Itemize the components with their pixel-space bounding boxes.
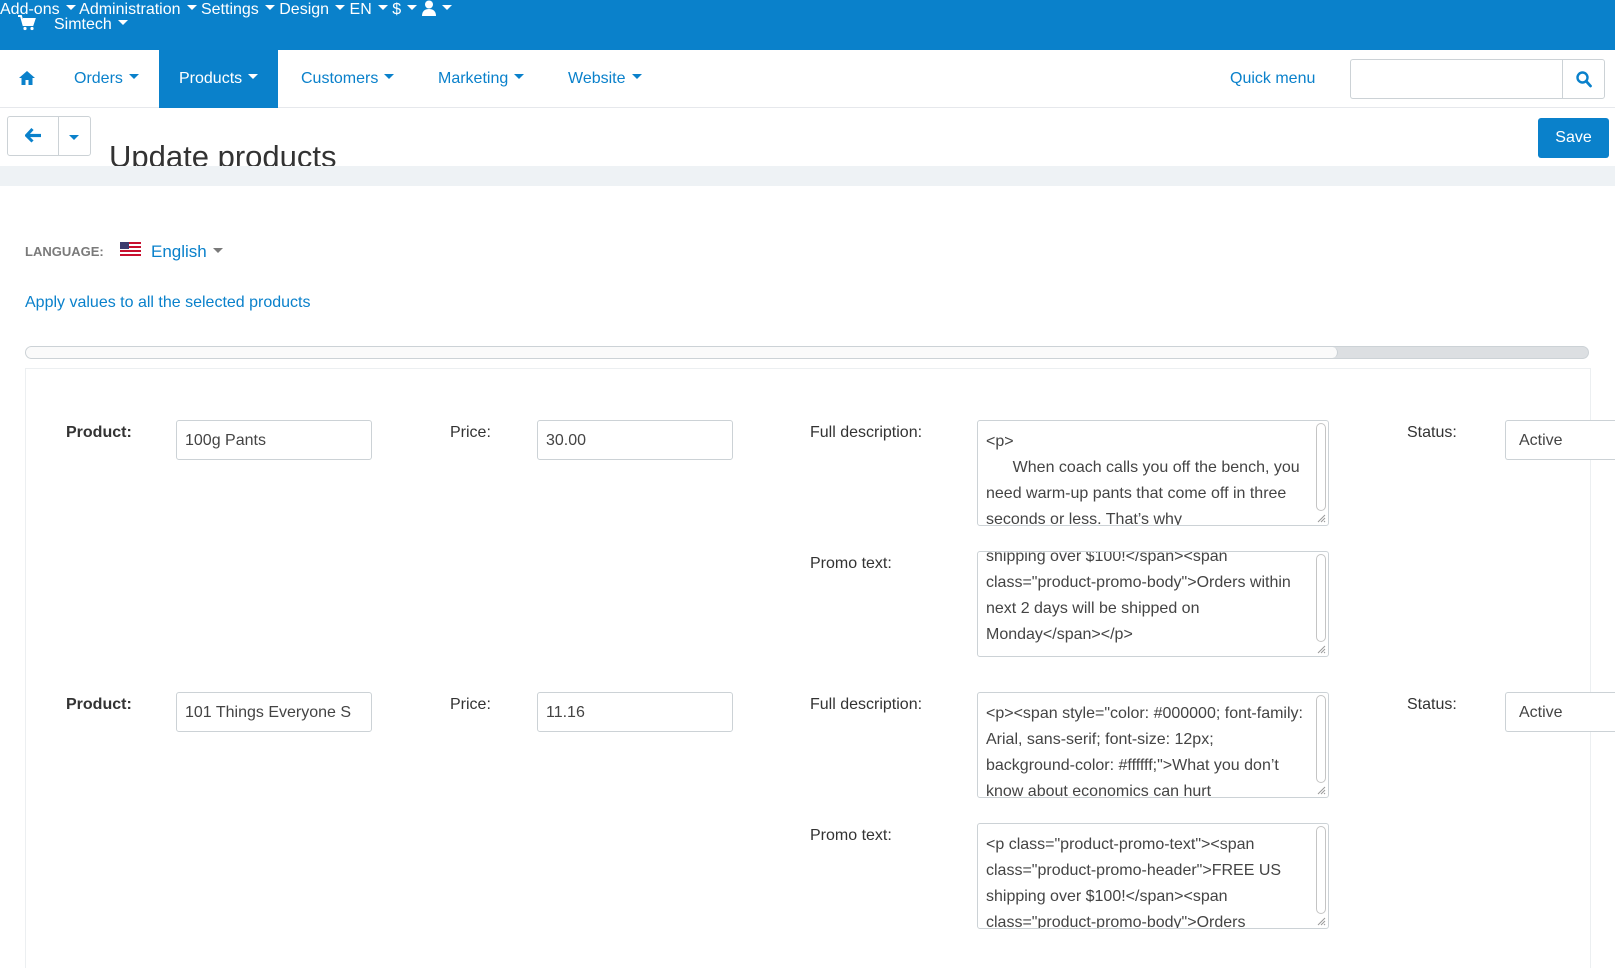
product-name-input[interactable]: 100g Pants	[176, 420, 372, 460]
menu-design-label: Design	[279, 1, 330, 18]
full-description-textarea[interactable]: <p> When coach calls you off the bench, …	[977, 420, 1329, 526]
save-button[interactable]: Save	[1538, 118, 1609, 158]
chevron-down-icon	[186, 5, 197, 11]
nav-orders-label: Orders	[74, 70, 123, 87]
textarea-scrollbar[interactable]	[1316, 695, 1326, 783]
status-label: Status:	[1407, 696, 1457, 713]
title-bar: Update products Save	[0, 108, 1615, 174]
store-name: Simtech	[54, 16, 112, 33]
product-name-input[interactable]: 101 Things Everyone S	[176, 692, 372, 732]
horizontal-scrollbar[interactable]	[25, 346, 1589, 359]
promo-text-label: Promo text:	[810, 827, 892, 844]
back-dropdown-toggle[interactable]	[59, 117, 91, 155]
nav-products-label: Products	[179, 70, 243, 87]
full-description-text: <p> When coach calls you off the bench, …	[986, 433, 1300, 526]
chevron-down-icon	[128, 74, 139, 80]
store-switcher[interactable]: Simtech	[54, 16, 128, 34]
full-description-label: Full description:	[810, 424, 923, 441]
menu-design[interactable]: Design	[279, 1, 346, 18]
price-label: Price:	[450, 424, 491, 441]
menu-currency-label: $	[392, 1, 402, 18]
chevron-down-icon	[441, 5, 452, 11]
chevron-down-icon	[69, 135, 79, 140]
back-button[interactable]	[8, 117, 59, 155]
chevron-down-icon	[384, 74, 395, 80]
promo-text-label: Promo text:	[810, 555, 892, 572]
chevron-down-icon	[631, 74, 642, 80]
nav-products[interactable]: Products	[159, 50, 279, 108]
nav-website[interactable]: Website	[568, 50, 642, 108]
nav-marketing[interactable]: Marketing	[438, 50, 525, 108]
top-bar: Simtech Add-ons Administration Settings …	[0, 0, 1615, 50]
full-description-text: <p><span style="color: #000000; font-fam…	[986, 705, 1307, 798]
menu-settings-label: Settings	[200, 1, 259, 18]
chevron-down-icon	[377, 5, 388, 11]
menu-currency[interactable]: $	[392, 1, 418, 18]
back-button-group	[7, 116, 91, 156]
chevron-down-icon	[335, 5, 346, 11]
promo-text-textarea[interactable]: <p class="product-promo-text"><span clas…	[977, 823, 1329, 929]
resize-handle-icon[interactable]	[1316, 785, 1326, 795]
status-select[interactable]: Active	[1505, 692, 1615, 732]
promo-text-text: shipping over $100!</span><span class="p…	[986, 551, 1296, 643]
title-divider	[0, 166, 1615, 186]
scrollbar-thumb[interactable]	[26, 347, 1339, 358]
language-label: LANGUAGE:	[25, 244, 104, 259]
arrow-left-icon	[25, 128, 41, 143]
shopping-cart-icon[interactable]	[18, 15, 36, 31]
chevron-down-icon	[212, 248, 223, 254]
product-label: Product:	[66, 696, 132, 713]
full-description-textarea[interactable]: <p><span style="color: #000000; font-fam…	[977, 692, 1329, 798]
main-nav: Orders Products Customers Marketing Webs…	[0, 50, 1615, 108]
menu-settings[interactable]: Settings	[201, 1, 275, 18]
resize-handle-icon[interactable]	[1316, 513, 1326, 523]
nav-website-label: Website	[568, 70, 626, 87]
menu-language-label: EN	[349, 1, 372, 18]
promo-text-text: <p class="product-promo-text"><span clas…	[986, 836, 1286, 929]
user-icon	[421, 0, 436, 16]
resize-handle-icon[interactable]	[1316, 644, 1326, 654]
menu-language[interactable]: EN	[350, 1, 388, 18]
price-input[interactable]: 30.00	[537, 420, 733, 460]
promo-text-textarea[interactable]: shipping over $100!</span><span class="p…	[977, 551, 1329, 657]
language-selector[interactable]: English	[151, 242, 223, 262]
nav-orders[interactable]: Orders	[74, 50, 139, 108]
textarea-scrollbar[interactable]	[1316, 423, 1326, 511]
search-button[interactable]	[1562, 59, 1605, 99]
quick-menu-link[interactable]: Quick menu	[1230, 50, 1315, 108]
nav-customers-label: Customers	[301, 70, 379, 87]
search-input[interactable]	[1350, 59, 1562, 99]
language-value: English	[151, 242, 207, 261]
price-label: Price:	[450, 696, 491, 713]
us-flag-icon	[120, 242, 141, 256]
nav-marketing-label: Marketing	[438, 70, 509, 87]
product-label: Product:	[66, 424, 132, 441]
chevron-down-icon	[264, 5, 275, 11]
apply-values-link[interactable]: Apply values to all the selected product…	[25, 294, 311, 312]
chevron-down-icon	[65, 5, 76, 11]
full-description-label: Full description:	[810, 696, 923, 713]
status-select[interactable]: Active	[1505, 420, 1615, 460]
chevron-down-icon	[407, 5, 418, 11]
chevron-down-icon	[117, 20, 128, 26]
textarea-scrollbar[interactable]	[1316, 554, 1326, 642]
search-icon	[1576, 71, 1592, 88]
home-icon[interactable]	[18, 70, 36, 86]
resize-handle-icon[interactable]	[1316, 916, 1326, 926]
nav-customers[interactable]: Customers	[301, 50, 395, 108]
price-input[interactable]: 11.16	[537, 692, 733, 732]
chevron-down-icon	[248, 74, 259, 80]
menu-user[interactable]	[421, 0, 452, 18]
textarea-scrollbar[interactable]	[1316, 826, 1326, 914]
chevron-down-icon	[514, 74, 525, 80]
status-label: Status:	[1407, 424, 1457, 441]
